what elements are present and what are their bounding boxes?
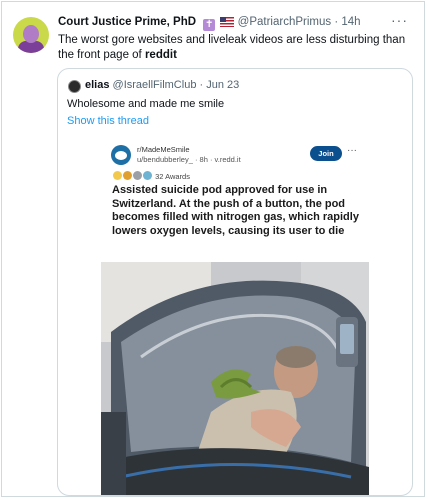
quoted-tweet-header: elias @IsraellFilmClub · Jun 23	[85, 79, 239, 91]
author-handle[interactable]: @PatriarchPrimus	[238, 16, 331, 28]
pod-photo	[101, 262, 369, 495]
pod-photo-drawing	[101, 262, 369, 495]
quoted-author-handle: @IsraellFilmClub	[112, 79, 197, 91]
reddit-post-screenshot: r/MadeMeSmile u/bendubberley_ · 8h · v.r…	[101, 142, 371, 495]
us-flag-icon	[220, 17, 235, 27]
quoted-tweet-text: Wholesome and made me smile	[67, 98, 225, 110]
award-icon	[123, 171, 132, 180]
subreddit-name: r/MadeMeSmile	[137, 145, 190, 154]
quoted-tweet-time: · Jun 23	[199, 79, 240, 91]
tweet-card: Court Justice Prime, PhD ✝ @PatriarchPri…	[1, 1, 425, 497]
award-icon	[113, 171, 122, 180]
cross-badge-icon: ✝	[203, 19, 216, 31]
join-button: Join	[310, 146, 342, 161]
tweet-time[interactable]: · 14h	[334, 16, 360, 28]
reddit-user-line: u/bendubberley_ · 8h · v.redd.it	[137, 155, 241, 164]
show-thread-link[interactable]: Show this thread	[67, 115, 149, 127]
award-icon	[133, 171, 142, 180]
award-icon	[143, 171, 152, 180]
quoted-tweet[interactable]: elias @IsraellFilmClub · Jun 23 Wholesom…	[57, 68, 413, 496]
author-name[interactable]: Court Justice Prime, PhD	[58, 16, 196, 28]
author-avatar[interactable]	[13, 17, 49, 53]
awards-row: 32 Awards	[113, 171, 190, 183]
quoted-author-name: elias	[85, 79, 110, 91]
tweet-text-body: The worst gore websites and liveleak vid…	[58, 34, 406, 61]
reddit-post-title: Assisted suicide pod approved for use in…	[112, 184, 359, 237]
subreddit-icon	[111, 145, 131, 165]
more-options-button[interactable]: ···	[391, 12, 408, 28]
tweet-text: The worst gore websites and liveleak vid…	[58, 33, 408, 62]
awards-count: 32 Awards	[155, 172, 190, 181]
quoted-author-avatar	[68, 80, 81, 93]
reddit-more-icon: ···	[347, 145, 357, 156]
avatar-head	[23, 25, 39, 43]
tweet-header: Court Justice Prime, PhD ✝ @PatriarchPri…	[58, 16, 361, 31]
tweet-text-bold: reddit	[144, 48, 177, 61]
